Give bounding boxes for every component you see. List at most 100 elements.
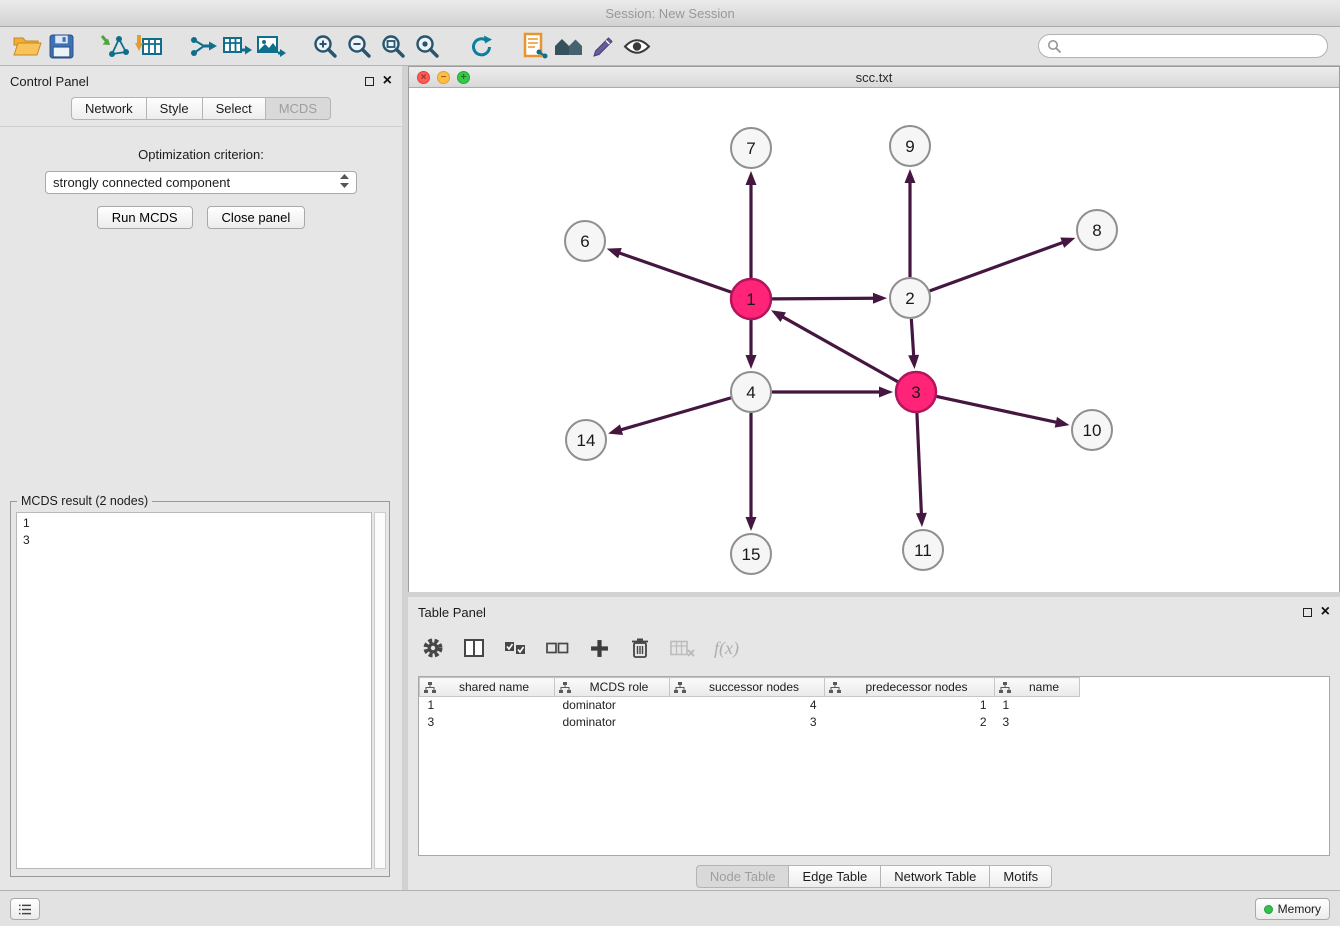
table-row[interactable]: 3dominator323 <box>420 714 1080 731</box>
table-cell[interactable]: 2 <box>825 714 995 731</box>
import-table-file-button[interactable] <box>132 29 166 63</box>
memory-button[interactable]: Memory <box>1255 898 1330 920</box>
graph-node-2[interactable]: 2 <box>890 278 930 318</box>
zoom-selected-button[interactable] <box>410 29 444 63</box>
network-window-title: scc.txt <box>856 70 893 85</box>
save-session-button[interactable] <box>44 29 78 63</box>
table-cell[interactable]: 1 <box>420 697 555 714</box>
table-row[interactable]: 1dominator411 <box>420 697 1080 714</box>
delete-table-button-disabled <box>670 634 695 662</box>
float-panel-button[interactable] <box>365 74 374 89</box>
tab-mcds[interactable]: MCDS <box>265 97 331 120</box>
table-cell[interactable]: 3 <box>670 714 825 731</box>
network-window-titlebar[interactable]: × − + scc.txt <box>409 67 1339 88</box>
mcds-result-list[interactable]: 1 3 <box>16 512 372 869</box>
column-header-predecessor-nodes[interactable]: predecessor nodes <box>825 678 995 697</box>
table-toolbar: f(x) <box>422 629 739 667</box>
graph-edge-2-8[interactable] <box>930 242 1064 291</box>
column-header-successor-nodes[interactable]: successor nodes <box>670 678 825 697</box>
graph-edge-3-10[interactable] <box>937 396 1058 422</box>
first-neighbors-button[interactable] <box>552 29 586 63</box>
graph-node-11[interactable]: 11 <box>903 530 943 570</box>
table-cell[interactable]: dominator <box>555 714 670 731</box>
table-cell[interactable]: 4 <box>670 697 825 714</box>
graph-node-7[interactable]: 7 <box>731 128 771 168</box>
export-table-icon <box>222 33 252 59</box>
graph-node-8[interactable]: 8 <box>1077 210 1117 250</box>
zoom-fit-content-button[interactable] <box>376 29 410 63</box>
graph-node-1[interactable]: 1 <box>731 279 771 319</box>
graph-edge-arrow <box>746 171 757 185</box>
graph-node-14[interactable]: 14 <box>566 420 606 460</box>
graph-edge-3-1[interactable] <box>781 316 897 382</box>
close-table-panel-button[interactable]: × <box>1321 606 1330 618</box>
search-input[interactable] <box>1066 39 1319 54</box>
table-cell[interactable]: 3 <box>420 714 555 731</box>
column-header-shared-name[interactable]: shared name <box>420 678 555 697</box>
maximize-window-button[interactable]: + <box>457 71 470 84</box>
task-history-button[interactable] <box>10 898 40 920</box>
apply-style-button[interactable] <box>586 29 620 63</box>
graph-edge-1-6[interactable] <box>618 253 731 293</box>
graph-node-6[interactable]: 6 <box>565 221 605 261</box>
open-file-button[interactable] <box>10 29 44 63</box>
table-panel: Table Panel × <box>408 597 1340 890</box>
graph-node-9[interactable]: 9 <box>890 126 930 166</box>
graph-node-label: 9 <box>905 137 914 156</box>
graph-node-15[interactable]: 15 <box>731 534 771 574</box>
tab-edge-table[interactable]: Edge Table <box>788 865 880 888</box>
search-box[interactable] <box>1038 34 1328 58</box>
tab-network[interactable]: Network <box>71 97 146 120</box>
table-panel-tabs: Node Table Edge Table Network Table Moti… <box>408 865 1340 888</box>
close-panel-button[interactable]: Close panel <box>207 206 306 229</box>
deselect-all-button[interactable] <box>546 634 569 662</box>
zoom-out-button[interactable] <box>342 29 376 63</box>
graph-node-4[interactable]: 4 <box>731 372 771 412</box>
run-mcds-button[interactable]: Run MCDS <box>97 206 193 229</box>
graph-node-3[interactable]: 3 <box>896 372 936 412</box>
create-column-button[interactable] <box>588 634 610 662</box>
table-cell[interactable]: 1 <box>995 697 1080 714</box>
export-table-button[interactable] <box>220 29 254 63</box>
float-table-panel-button[interactable] <box>1303 605 1312 620</box>
close-window-button[interactable]: × <box>417 71 430 84</box>
column-tree-icon <box>999 682 1011 693</box>
tab-style[interactable]: Style <box>146 97 202 120</box>
select-all-button[interactable] <box>504 634 527 662</box>
table-cell[interactable]: dominator <box>555 697 670 714</box>
tab-select[interactable]: Select <box>202 97 265 120</box>
graph-edge-1-2[interactable] <box>772 298 875 299</box>
graph-edge-arrow <box>879 387 893 398</box>
mcds-result-scrollbar[interactable] <box>374 512 386 869</box>
tab-motifs[interactable]: Motifs <box>989 865 1052 888</box>
tab-network-table[interactable]: Network Table <box>880 865 989 888</box>
column-header-label: shared name <box>459 680 529 694</box>
graph-edge-3-11[interactable] <box>917 413 922 515</box>
export-image-button[interactable] <box>254 29 288 63</box>
import-network-clipboard-button[interactable] <box>518 29 552 63</box>
export-network-button[interactable] <box>186 29 220 63</box>
zoom-fit-icon <box>380 33 406 59</box>
graph-edge-4-14[interactable] <box>620 398 731 430</box>
column-header-mcds-role[interactable]: MCDS role <box>555 678 670 697</box>
delete-table-icon <box>670 639 695 658</box>
optimization-criterion-dropdown[interactable]: strongly connected component <box>45 171 357 194</box>
tab-node-table[interactable]: Node Table <box>696 865 789 888</box>
delete-column-button[interactable] <box>629 634 651 662</box>
optimization-criterion-label: Optimization criterion: <box>0 147 402 162</box>
table-settings-button[interactable] <box>422 634 444 662</box>
main-toolbar <box>0 27 1340 66</box>
graph-edge-2-3[interactable] <box>911 319 913 357</box>
minimize-window-button[interactable]: − <box>437 71 450 84</box>
close-control-panel-button[interactable]: × <box>383 75 392 87</box>
zoom-in-button[interactable] <box>308 29 342 63</box>
show-column-panel-button[interactable] <box>463 634 485 662</box>
network-canvas[interactable]: 7 9 6 8 1 2 4 3 14 10 15 11 <box>409 89 1339 592</box>
table-cell[interactable]: 1 <box>825 697 995 714</box>
import-network-file-button[interactable] <box>98 29 132 63</box>
table-cell[interactable]: 3 <box>995 714 1080 731</box>
graph-node-10[interactable]: 10 <box>1072 410 1112 450</box>
show-graphics-details-button[interactable] <box>620 29 654 63</box>
apply-layout-button[interactable] <box>464 29 498 63</box>
column-header-name[interactable]: name <box>995 678 1080 697</box>
